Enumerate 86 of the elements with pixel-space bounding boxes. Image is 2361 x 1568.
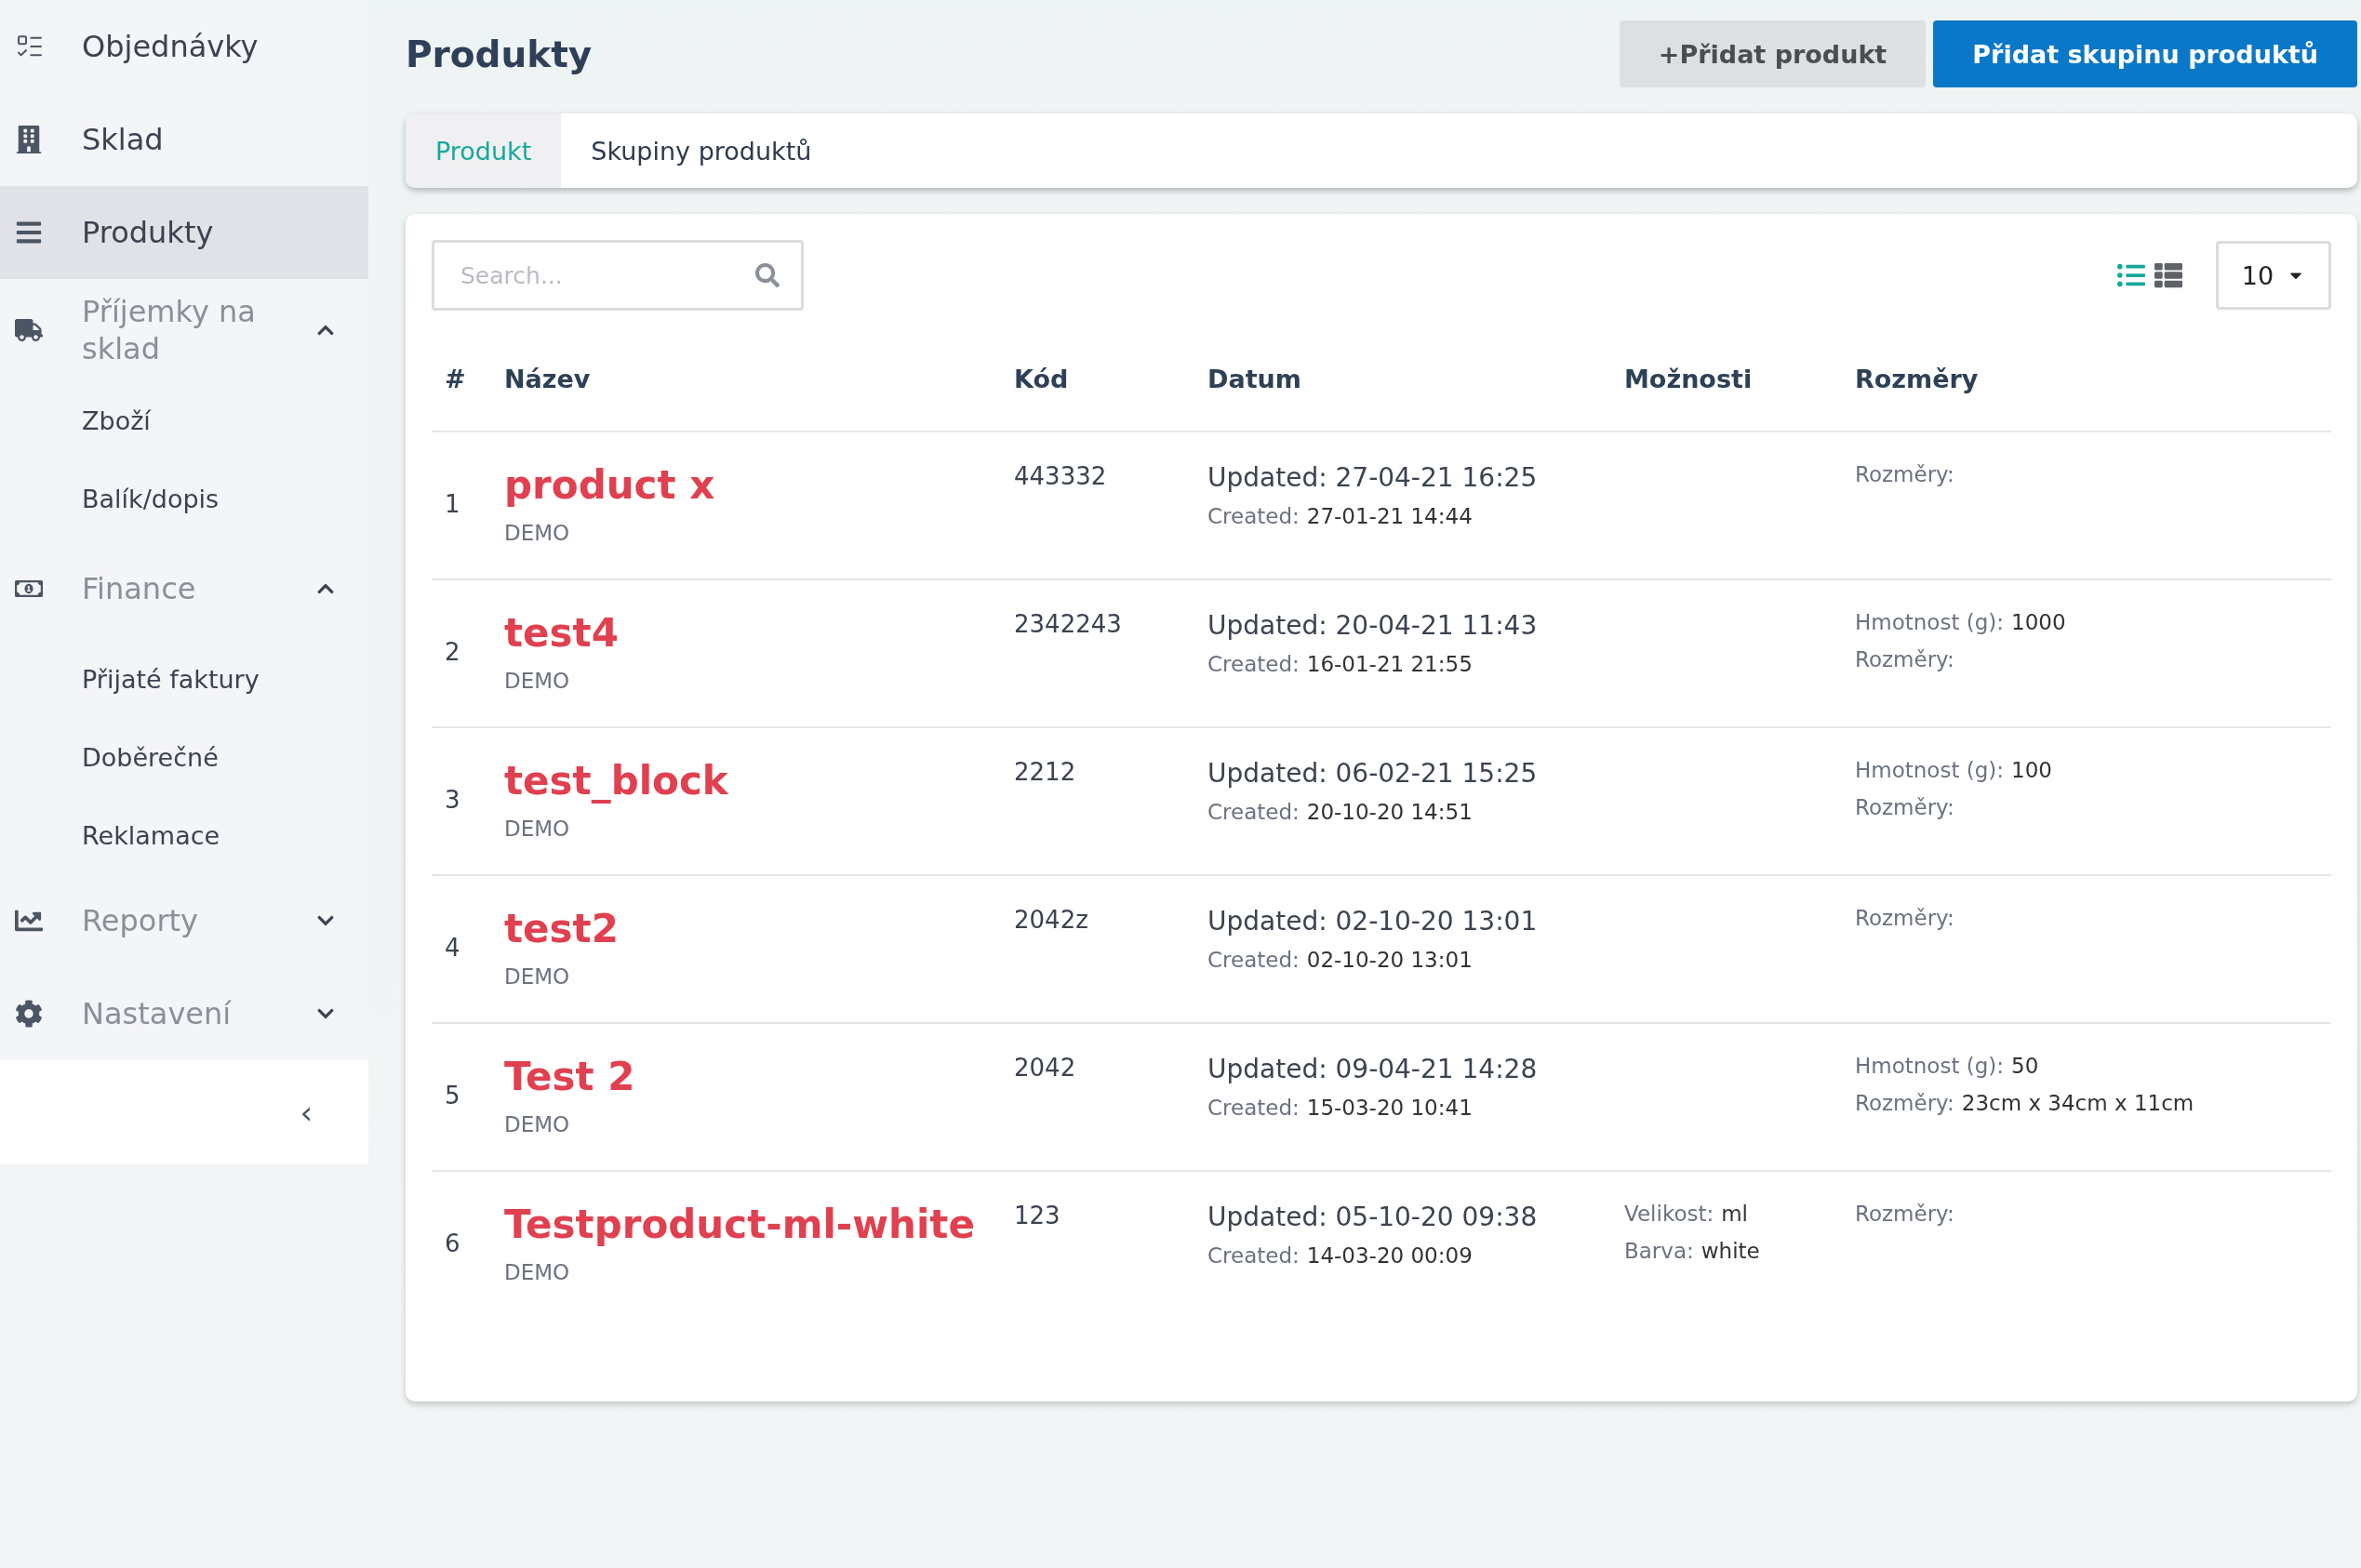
field-label: Created: <box>1207 504 1300 528</box>
column-header: # <box>432 337 491 432</box>
updated-date: Updated: 20-04-21 11:43 <box>1207 610 1539 641</box>
product-tag: DEMO <box>504 1260 988 1284</box>
add-product-button[interactable]: +Přidat produkt <box>1619 20 1927 87</box>
add-group-button[interactable]: Přidat skupinu produktů <box>1933 20 2357 87</box>
product-name[interactable]: test4 <box>504 610 988 656</box>
field-label: Rozměry: <box>1855 462 1954 486</box>
product-code: 2342243 <box>1001 579 1194 727</box>
product-code: 2042z <box>1001 875 1194 1023</box>
field-value: 14-03-20 00:09 <box>1306 1243 1473 1268</box>
product-code: 443332 <box>1001 432 1194 579</box>
sidebar-subitem[interactable]: Balík/dopis <box>0 459 368 538</box>
column-header: Datum <box>1194 337 1611 432</box>
row-number: 5 <box>432 1023 491 1171</box>
field-label: Velikost: <box>1624 1202 1714 1226</box>
field-value: 23cm x 34cm x 11cm <box>1961 1091 2194 1115</box>
sidebar-item[interactable]: Sklad <box>0 93 368 186</box>
field-label: Rozměry: <box>1855 1202 1954 1226</box>
field-label: Rozměry: <box>1855 647 1954 671</box>
field-value: 1000 <box>2011 610 2066 634</box>
row-number: 2 <box>432 579 491 727</box>
sidebar-subitem[interactable]: Přijaté faktury <box>0 640 368 718</box>
page-size-dropdown[interactable]: 10 <box>2216 241 2331 310</box>
settings-icon <box>15 1000 43 1028</box>
column-header: Kód <box>1001 337 1194 432</box>
updated-date: Updated: 02-10-20 13:01 <box>1207 906 1539 937</box>
field-label: Hmotnost (g): <box>1855 758 2005 782</box>
table-view-button[interactable] <box>2154 261 2182 289</box>
page-title: Produkty <box>406 33 593 75</box>
row-number: 3 <box>432 727 491 875</box>
product-code: 123 <box>1001 1171 1194 1318</box>
field-value: 16-01-21 21:55 <box>1306 652 1473 676</box>
column-header: Rozměry <box>1842 337 2331 432</box>
field-value: white <box>1701 1239 1760 1263</box>
field-label: Created: <box>1207 948 1300 972</box>
search-field[interactable]: Search... <box>432 240 804 311</box>
updated-date: Updated: 05-10-20 09:38 <box>1207 1202 1539 1232</box>
row-number: 4 <box>432 875 491 1023</box>
field-label: Created: <box>1207 652 1300 676</box>
field-label: Created: <box>1207 1243 1300 1268</box>
field-value: 20-10-20 14:51 <box>1306 800 1473 824</box>
sidebar-subitem[interactable]: Zboží <box>0 381 368 459</box>
updated-date: Updated: 09-04-21 14:28 <box>1207 1054 1539 1084</box>
field-label: Rozměry: <box>1855 795 1954 819</box>
field-value: 02-10-20 13:01 <box>1306 948 1473 972</box>
product-tag: DEMO <box>504 817 988 841</box>
field-label: Rozměry: <box>1855 1091 1954 1115</box>
list-view-button[interactable] <box>2117 261 2145 289</box>
tab[interactable]: Skupiny produktů <box>561 113 842 188</box>
sidebar-subitem[interactable]: Reklamace <box>0 796 368 874</box>
row-number: 1 <box>432 432 491 579</box>
field-value: 50 <box>2011 1054 2039 1078</box>
product-code: 2212 <box>1001 727 1194 875</box>
field-label: Created: <box>1207 1096 1300 1120</box>
field-label: Hmotnost (g): <box>1855 610 2005 634</box>
column-header: Možnosti <box>1611 337 1842 432</box>
product-tag: DEMO <box>504 521 988 545</box>
field-label: Created: <box>1207 800 1300 824</box>
product-name[interactable]: product x <box>504 462 988 508</box>
product-name[interactable]: test_block <box>504 758 988 804</box>
truck-icon <box>15 316 43 344</box>
collapse-button[interactable]: ‹ <box>292 1094 320 1131</box>
sidebar-subitem[interactable]: Doběrečné <box>0 718 368 796</box>
row-number: 6 <box>432 1171 491 1318</box>
sidebar-item[interactable]: Produkty <box>0 186 368 279</box>
field-value: ml <box>1721 1202 1748 1226</box>
building-icon <box>15 126 43 153</box>
field-label: Rozměry: <box>1855 906 1954 930</box>
product-tag: DEMO <box>504 964 988 989</box>
updated-date: Updated: 06-02-21 15:25 <box>1207 758 1539 789</box>
column-header: Název <box>491 337 1001 432</box>
product-name[interactable]: Testproduct-ml-white <box>504 1202 988 1247</box>
product-tag: DEMO <box>504 1112 988 1136</box>
field-value: 27-01-21 14:44 <box>1306 504 1473 528</box>
search-icon <box>755 263 780 287</box>
field-value: 15-03-20 10:41 <box>1306 1096 1473 1120</box>
field-label: Barva: <box>1624 1239 1694 1263</box>
product-name[interactable]: Test 2 <box>504 1054 988 1099</box>
field-value: 100 <box>2011 758 2052 782</box>
updated-date: Updated: 27-04-21 16:25 <box>1207 462 1539 493</box>
product-name[interactable]: test2 <box>504 906 988 951</box>
product-code: 2042 <box>1001 1023 1194 1171</box>
sidebar-item[interactable]: Objednávky <box>0 0 368 93</box>
product-tag: DEMO <box>504 669 988 693</box>
field-label: Hmotnost (g): <box>1855 1054 2005 1078</box>
